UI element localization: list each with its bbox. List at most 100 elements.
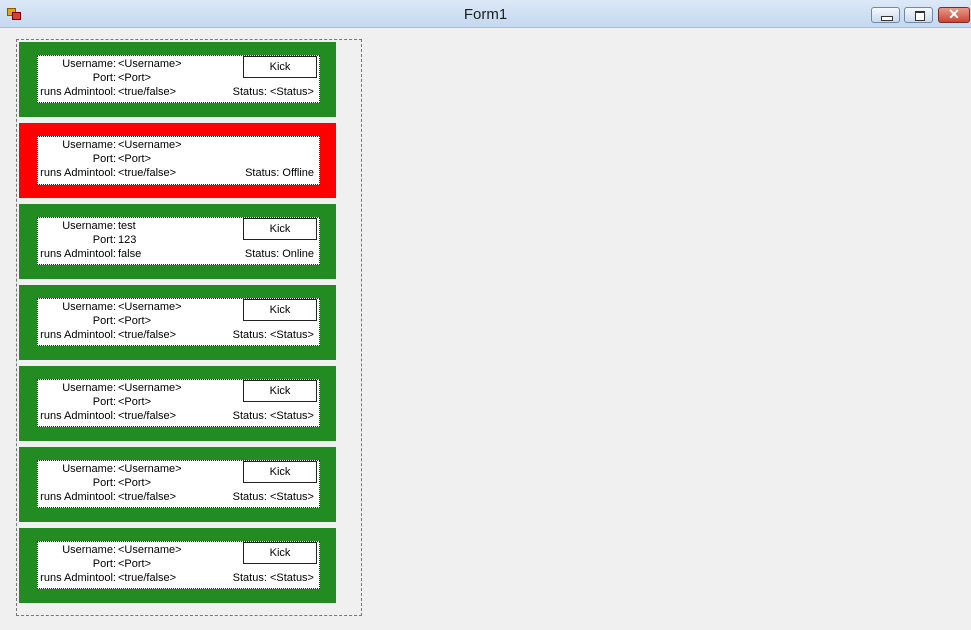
status-value: <Status> (269, 86, 314, 98)
close-icon: ✕ (948, 6, 960, 22)
status-text: Status: <Status> (233, 329, 314, 341)
port-row: Port: <Port> (38, 153, 238, 166)
kick-button[interactable]: Kick (243, 461, 317, 483)
admintool-row: runs Admintool: <true/false> (38, 329, 238, 342)
window-title: Form1 (463, 6, 508, 23)
client-info-box: Username: <Username> Port: <Port> runs Admin… (37, 55, 320, 103)
title-bar: Form1 ✕ (0, 0, 971, 28)
status-label: Status: (232, 329, 267, 341)
kick-button[interactable]: Kick (243, 542, 317, 564)
admintool-value: <true/false> (118, 410, 177, 422)
client-info-box: Username: <Username> Port: <Port> runs Admin… (37, 379, 320, 427)
admintool-label: runs Admintool: (40, 248, 116, 260)
admintool-row: runs Admintool: false (38, 248, 238, 261)
admintool-row: runs Admintool: <true/false> (38, 410, 238, 423)
minimize-icon (881, 16, 893, 21)
admintool-value: <true/false> (118, 329, 177, 341)
port-value: <Port> (118, 558, 152, 570)
port-label: Port: (92, 234, 116, 246)
username-label: Username: (62, 463, 116, 475)
port-value: <Port> (118, 315, 152, 327)
username-value: <Username> (118, 544, 182, 556)
maximize-icon (915, 11, 925, 21)
admintool-value: <true/false> (118, 86, 177, 98)
port-value: <Port> (118, 477, 152, 489)
username-label: Username: (62, 382, 116, 394)
client-info-box: Username: <Username> Port: <Port> runs Admin… (37, 460, 320, 508)
port-value: <Port> (118, 153, 152, 165)
username-value: <Username> (118, 463, 182, 475)
status-label: Status: (232, 491, 267, 503)
port-label: Port: (92, 153, 116, 165)
admintool-label: runs Admintool: (40, 410, 116, 422)
admintool-row: runs Admintool: <true/false> (38, 86, 238, 99)
username-row: Username: <Username> (38, 463, 238, 476)
status-text: Status: <Status> (233, 410, 314, 422)
username-value: <Username> (118, 301, 182, 313)
status-text: Status: Offline (245, 167, 314, 179)
status-text: Status: Online (245, 248, 314, 260)
username-value: <Username> (118, 382, 182, 394)
username-value: test (118, 220, 136, 232)
kick-button[interactable]: Kick (243, 299, 317, 321)
admintool-value: <true/false> (118, 491, 177, 503)
port-row: Port: 123 (38, 234, 238, 247)
maximize-button[interactable] (904, 7, 933, 23)
status-value: <Status> (269, 410, 314, 422)
username-label: Username: (62, 220, 116, 232)
admintool-row: runs Admintool: <true/false> (38, 491, 238, 504)
admintool-value: <true/false> (118, 572, 177, 584)
username-row: Username: <Username> (38, 58, 238, 71)
port-label: Port: (92, 558, 116, 570)
status-text: Status: <Status> (233, 572, 314, 584)
status-label: Status: (232, 410, 267, 422)
port-label: Port: (92, 396, 116, 408)
client-card: Username: <Username> Port: <Port> runs Admin… (19, 528, 336, 603)
username-value: <Username> (118, 58, 182, 70)
close-button[interactable]: ✕ (938, 6, 970, 23)
admintool-label: runs Admintool: (40, 491, 116, 503)
client-card: Username: <Username> Port: <Port> runs Admin… (19, 285, 336, 360)
port-value: <Port> (118, 72, 152, 84)
client-card: Username: <Username> Port: <Port> runs Admin… (19, 123, 336, 198)
port-row: Port: <Port> (38, 72, 238, 85)
kick-button[interactable]: Kick (243, 56, 317, 78)
username-row: Username: <Username> (38, 544, 238, 557)
kick-button[interactable]: Kick (243, 380, 317, 402)
client-info-box: Username: <Username> Port: <Port> runs Admin… (37, 298, 320, 346)
client-info-box: Username: <Username> Port: <Port> runs Admin… (37, 136, 320, 185)
username-label: Username: (62, 544, 116, 556)
admintool-label: runs Admintool: (40, 167, 116, 179)
username-value: <Username> (118, 139, 182, 151)
status-value: <Status> (269, 491, 314, 503)
port-label: Port: (92, 477, 116, 489)
admintool-label: runs Admintool: (40, 86, 116, 98)
status-value: Online (282, 248, 314, 260)
admintool-row: runs Admintool: <true/false> (38, 167, 238, 180)
admintool-label: runs Admintool: (40, 572, 116, 584)
client-card: Username: test Port: 123 runs Admintool: fals… (19, 204, 336, 279)
status-label: Status: (245, 167, 280, 179)
port-value: <Port> (118, 396, 152, 408)
port-label: Port: (92, 72, 116, 84)
client-card: Username: <Username> Port: <Port> runs Admin… (19, 42, 336, 117)
status-value: <Status> (269, 572, 314, 584)
status-text: Status: <Status> (233, 86, 314, 98)
status-value: Offline (282, 167, 314, 179)
client-info-box: Username: <Username> Port: <Port> runs Admin… (37, 541, 320, 589)
username-row: Username: <Username> (38, 382, 238, 395)
username-row: Username: <Username> (38, 139, 238, 152)
admintool-value: <true/false> (118, 167, 177, 179)
username-label: Username: (62, 139, 116, 151)
username-label: Username: (62, 301, 116, 313)
kick-button[interactable]: Kick (243, 218, 317, 240)
status-label: Status: (232, 572, 267, 584)
username-row: Username: test (38, 220, 238, 233)
port-row: Port: <Port> (38, 315, 238, 328)
minimize-button[interactable] (871, 7, 900, 23)
admintool-label: runs Admintool: (40, 329, 116, 341)
client-card: Username: <Username> Port: <Port> runs Admin… (19, 447, 336, 522)
port-row: Port: <Port> (38, 558, 238, 571)
port-label: Port: (92, 315, 116, 327)
admintool-row: runs Admintool: <true/false> (38, 572, 238, 585)
